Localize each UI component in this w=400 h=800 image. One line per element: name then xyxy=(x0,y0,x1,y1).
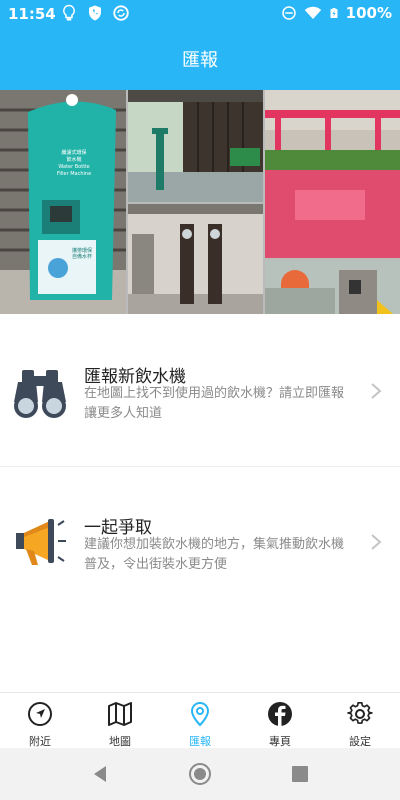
gear-icon xyxy=(347,702,373,724)
photo-collage: 纖濾式環保 飲水機 Water Bottle Filler Machine 攜帶… xyxy=(0,90,400,314)
nav-page-label: 專頁 xyxy=(269,735,291,748)
kiosk-sub-text: 攜帶環保 自備水杯 xyxy=(72,248,93,260)
sync-icon xyxy=(113,5,129,21)
nav-settings[interactable]: 設定 xyxy=(320,693,400,748)
nav-map-label: 地圖 xyxy=(109,735,131,748)
megaphone-icon xyxy=(16,519,66,565)
water-dispenser-photo: 纖濾式環保 飲水機 Water Bottle Filler Machine 攜帶… xyxy=(0,90,126,314)
fountain-pavilion-photo xyxy=(128,90,263,202)
lightbulb-icon xyxy=(63,4,75,21)
report-new-fountain-item[interactable]: 匯報新飲水機 在地圖上找不到使用過的飲水機？請立即匯報讓更多人知道 xyxy=(0,316,400,466)
location-pin-icon xyxy=(190,701,210,727)
back-icon[interactable] xyxy=(88,762,112,786)
chevron-right-icon xyxy=(371,383,382,399)
status-bar: 11:54 100% xyxy=(0,0,400,28)
status-time: 11:54 xyxy=(8,5,56,23)
campaign-item[interactable]: 一起爭取 建議你想加裝飲水機的地方，集氣推動飲水機普及，令出街裝水更方便 xyxy=(0,467,400,617)
binoculars-icon xyxy=(14,370,66,418)
app-bar: 11:54 100% 匯報 xyxy=(0,0,400,90)
recents-icon[interactable] xyxy=(288,762,312,786)
nav-page[interactable]: 專頁 xyxy=(240,693,320,748)
nav-report[interactable]: 匯報 xyxy=(160,693,240,748)
pink-pergola-photo xyxy=(265,90,400,258)
map-icon xyxy=(108,702,132,726)
plaza-dispenser-photo xyxy=(265,260,400,314)
facebook-icon xyxy=(268,702,292,726)
system-navigation-bar xyxy=(0,748,400,800)
page-title: 匯報 xyxy=(182,50,218,71)
battery-charging-icon xyxy=(330,8,338,18)
home-icon[interactable] xyxy=(188,762,212,786)
nav-report-label: 匯報 xyxy=(189,735,211,748)
wall-fountains-photo xyxy=(128,204,263,314)
kiosk-sign-text: 纖濾式環保 飲水機 Water Bottle Filler Machine xyxy=(56,150,92,177)
nav-map[interactable]: 地圖 xyxy=(80,693,160,748)
nav-nearby-label: 附近 xyxy=(29,735,51,748)
nav-nearby[interactable]: 附近 xyxy=(0,693,80,748)
chevron-right-icon xyxy=(371,534,382,550)
navigation-arrow-icon xyxy=(28,702,52,726)
phone-shield-icon xyxy=(89,5,101,21)
campaign-description: 建議你想加裝飲水機的地方，集氣推動飲水機普及，令出街裝水更方便 xyxy=(84,537,345,572)
nav-settings-label: 設定 xyxy=(349,735,371,748)
battery-percent: 100% xyxy=(345,4,392,22)
bottom-navigation: 附近 地圖 匯報 專頁 設定 xyxy=(0,692,400,748)
do-not-disturb-icon xyxy=(281,6,296,20)
wifi-icon xyxy=(304,6,321,19)
report-new-fountain-description: 在地圖上找不到使用過的飲水機？請立即匯報讓更多人知道 xyxy=(84,386,345,421)
